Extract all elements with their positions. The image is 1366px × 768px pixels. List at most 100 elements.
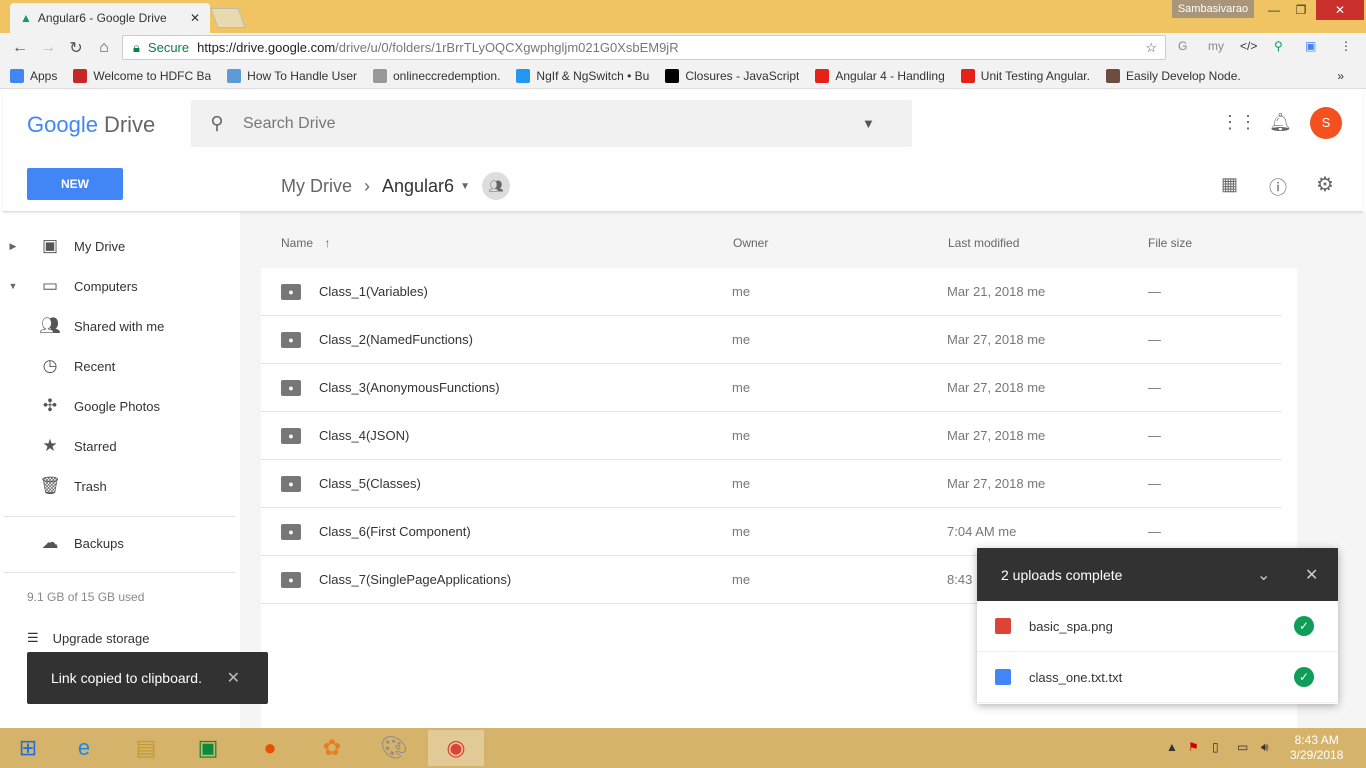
bookmark-favicon-icon bbox=[373, 68, 387, 83]
settings-gear-icon[interactable]: ⚙ bbox=[1316, 172, 1334, 197]
bookmark-item[interactable]: NgIf & NgSwitch • Bu bbox=[516, 68, 649, 83]
avatar[interactable]: S bbox=[1310, 107, 1342, 139]
apps-grid-icon[interactable]: ⋮⋮ bbox=[1221, 112, 1257, 133]
bookmark-item[interactable]: Closures - JavaScript bbox=[665, 68, 799, 83]
file-modified: Mar 21, 2018 me bbox=[947, 284, 1046, 299]
chrome-icon[interactable]: ◉ bbox=[428, 730, 484, 766]
search-icon[interactable]: ⚲ bbox=[191, 113, 243, 134]
sidebar-item-label: My Drive bbox=[74, 238, 126, 254]
column-owner[interactable]: Owner bbox=[733, 236, 768, 250]
forward-icon[interactable]: → bbox=[34, 39, 62, 57]
firefox-icon[interactable]: ● bbox=[242, 730, 298, 766]
sidebar-item-label: Trash bbox=[74, 478, 107, 494]
bookmark-item[interactable]: How To Handle User bbox=[227, 68, 357, 83]
breadcrumb-my-drive[interactable]: My Drive bbox=[281, 176, 352, 197]
sidebar-item-label: Starred bbox=[74, 438, 117, 454]
sidebar-item[interactable]: ✣ Google Photos bbox=[0, 386, 240, 426]
sidebar-item[interactable]: 👥︎ Shared with me bbox=[0, 306, 240, 346]
upload-item[interactable]: basic_spa.png ✓ bbox=[977, 601, 1338, 652]
volume-icon[interactable]: 🔊︎ bbox=[1261, 740, 1269, 755]
close-uploads-icon[interactable]: ✕ bbox=[1305, 565, 1318, 585]
search-bar[interactable]: ⚲ Search Drive ▼ bbox=[191, 100, 912, 147]
file-row[interactable]: ● Class_2(NamedFunctions) me Mar 27, 2018 m… bbox=[261, 316, 1282, 364]
extension-g-icon[interactable]: G bbox=[1178, 39, 1187, 53]
column-name[interactable]: Name ↑ bbox=[281, 236, 330, 250]
bookmark-item[interactable]: Angular 4 - Handling bbox=[815, 68, 945, 83]
bookmark-item[interactable]: Unit Testing Angular. bbox=[960, 68, 1090, 83]
star-bookmark-icon[interactable]: ☆ bbox=[1145, 40, 1157, 56]
tray-expand-icon[interactable]: ▲ bbox=[1166, 740, 1178, 754]
search-options-icon[interactable]: ▼ bbox=[862, 116, 912, 131]
collapse-chevron-icon[interactable]: ⌄ bbox=[1257, 565, 1270, 585]
breadcrumb-current-folder[interactable]: Angular6 bbox=[382, 176, 454, 197]
bookmark-item[interactable]: Welcome to HDFC Ba bbox=[73, 68, 211, 83]
grid-view-icon[interactable]: ▦ bbox=[1221, 174, 1238, 195]
drive-header: Google Drive ⚲ Search Drive ▼ ⋮⋮ 🔔︎ S NEW… bbox=[3, 90, 1363, 212]
close-tab-icon[interactable]: ✕ bbox=[190, 11, 200, 25]
sidebar-item[interactable]: ★ Starred bbox=[0, 426, 240, 466]
file-owner: me bbox=[732, 572, 751, 587]
reload-icon[interactable]: ↻ bbox=[62, 38, 90, 58]
home-icon[interactable]: ⌂ bbox=[90, 39, 118, 57]
sort-ascending-icon[interactable]: ↑ bbox=[324, 236, 330, 250]
file-row[interactable]: ● Class_5(Classes) me Mar 27, 2018 me — bbox=[261, 460, 1282, 508]
sidebar-item[interactable]: ▼ ▭ Computers bbox=[0, 266, 240, 306]
close-toast-icon[interactable]: ✕ bbox=[227, 668, 240, 688]
menu-icon[interactable]: ⋮ bbox=[1340, 39, 1352, 53]
shared-people-icon[interactable]: 👥︎ bbox=[481, 172, 510, 200]
sidebar-item[interactable]: ▶ ▣ My Drive bbox=[0, 226, 240, 266]
extension-search-icon[interactable]: ⚲ bbox=[1274, 39, 1283, 53]
bookmark-item[interactable]: onlineccredemption. bbox=[373, 68, 501, 83]
expand-arrow-icon[interactable]: ▼ bbox=[0, 281, 26, 291]
clock[interactable]: 8:43 AM 3/29/2018 bbox=[1290, 733, 1343, 763]
internet-explorer-icon[interactable]: e bbox=[56, 730, 112, 766]
bookmark-favicon-icon bbox=[1105, 68, 1120, 83]
more-bookmarks-icon[interactable]: » bbox=[1337, 69, 1344, 83]
folder-menu-caret-icon[interactable]: ▼ bbox=[460, 181, 470, 192]
back-icon[interactable]: ← bbox=[6, 39, 34, 57]
power-icon[interactable]: ▯ bbox=[1212, 740, 1219, 754]
extension-my-icon[interactable]: my bbox=[1208, 39, 1224, 53]
close-window-icon[interactable]: ✕ bbox=[1316, 0, 1364, 20]
extension-box-icon[interactable]: ▣ bbox=[1305, 39, 1316, 53]
bookmark-item[interactable]: Apps bbox=[10, 68, 57, 83]
upload-item[interactable]: class_one.txt.txt ✓ bbox=[977, 652, 1338, 703]
expand-arrow-icon[interactable]: ▶ bbox=[0, 241, 26, 252]
column-last-modified[interactable]: Last modified bbox=[948, 236, 1019, 250]
store-icon[interactable]: ▣ bbox=[180, 730, 236, 766]
new-tab-button[interactable] bbox=[210, 8, 246, 28]
sidebar-item[interactable]: 🗑︎ Trash bbox=[0, 466, 240, 506]
start-icon[interactable]: ⊞ bbox=[0, 730, 56, 766]
notifications-icon[interactable]: 🔔︎ bbox=[1269, 112, 1292, 133]
file-row[interactable]: ● Class_1(Variables) me Mar 21, 2018 me — bbox=[261, 268, 1282, 316]
sidebar-item[interactable]: ◷ Recent bbox=[0, 346, 240, 386]
shared-folder-icon: ● bbox=[281, 523, 301, 540]
file-row[interactable]: ● Class_3(AnonymousFunctions) me Mar 27, 20… bbox=[261, 364, 1282, 412]
address-bar[interactable]: 🔒︎ Secure https://drive.google.com/drive… bbox=[122, 35, 1166, 60]
bookmark-label: onlineccredemption. bbox=[393, 68, 501, 83]
app-flower-icon[interactable]: ✿ bbox=[304, 730, 360, 766]
file-name: Class_4(JSON) bbox=[319, 428, 410, 443]
bookmark-item[interactable]: Easily Develop Node. bbox=[1105, 68, 1241, 83]
profile-name[interactable]: Sambasivarao bbox=[1172, 0, 1254, 18]
google-drive-logo[interactable]: Google Drive bbox=[27, 112, 155, 138]
network-icon[interactable]: ▭ bbox=[1237, 740, 1248, 754]
action-center-flag-icon[interactable]: ⚑ bbox=[1188, 740, 1199, 754]
search-input[interactable]: Search Drive bbox=[243, 115, 862, 133]
clock-time: 8:43 AM bbox=[1294, 733, 1339, 747]
browser-tab[interactable]: ▲ Angular6 - Google Drive ✕ bbox=[10, 3, 210, 33]
sidebar-item-label: Google Photos bbox=[74, 398, 161, 414]
new-button[interactable]: NEW bbox=[27, 168, 123, 200]
upgrade-storage-link[interactable]: ☰ Upgrade storage bbox=[27, 630, 150, 646]
file-name: Class_2(NamedFunctions) bbox=[319, 332, 473, 347]
sidebar-item-backups[interactable]: ☁ Backups bbox=[0, 523, 240, 563]
file-explorer-icon[interactable]: ▤ bbox=[118, 730, 174, 766]
file-row[interactable]: ● Class_4(JSON) me Mar 27, 2018 me — bbox=[261, 412, 1282, 460]
info-icon[interactable]: ⓘ bbox=[1269, 174, 1287, 200]
minimize-icon[interactable]: — bbox=[1260, 0, 1288, 20]
paint-icon[interactable]: 🎨︎ bbox=[366, 730, 422, 766]
column-file-size[interactable]: File size bbox=[1148, 236, 1192, 250]
restore-icon[interactable]: ❐ bbox=[1287, 0, 1315, 20]
code-icon[interactable]: </> bbox=[1240, 39, 1257, 53]
shared-folder-icon: ● bbox=[281, 475, 301, 492]
